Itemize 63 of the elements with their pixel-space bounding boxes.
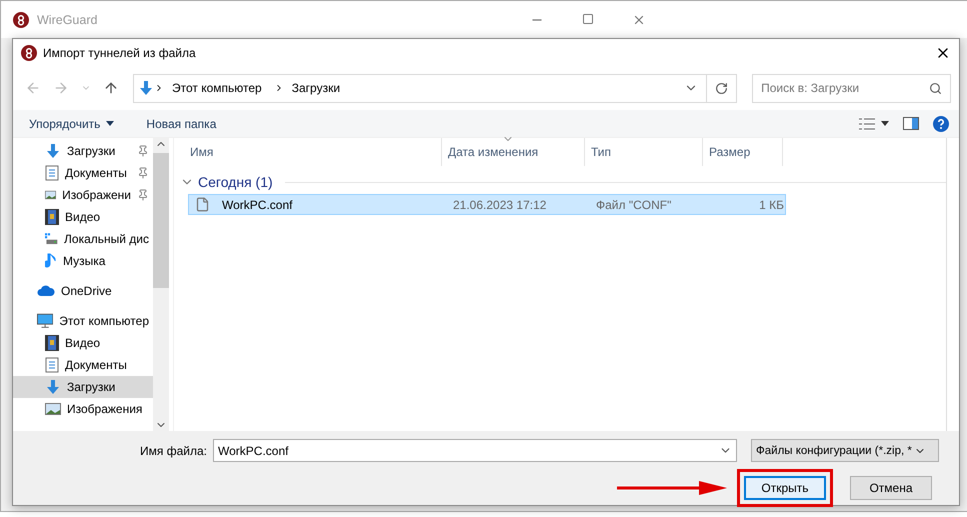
preview-pane-icon [903,117,919,130]
scrollbar[interactable] [153,138,169,431]
breadcrumb[interactable]: Загрузки [292,81,340,95]
search-box[interactable]: Поиск в: Загрузки [752,74,951,102]
monitor-icon [37,313,54,329]
sidebar-item[interactable]: Этот компьютер [13,310,153,332]
column-header[interactable]: Размер [703,138,783,166]
image-icon [45,188,56,202]
download-arrow-icon [45,379,61,395]
column-header[interactable]: Тип [585,138,703,166]
maximize-icon[interactable] [582,12,594,24]
sidebar-item[interactable]: Локальный дис [13,228,153,250]
app-logo-icon [13,12,29,28]
document-icon [45,357,59,373]
sidebar-item[interactable]: Документы [13,354,153,376]
sidebar-item[interactable]: Видео [13,332,153,354]
cancel-button[interactable]: Отмена [850,476,932,500]
view-options-button[interactable] [859,118,889,130]
list-view-icon [859,118,875,130]
open-button[interactable]: Открыть [744,476,826,500]
sidebar-item[interactable]: Музыка [13,250,153,272]
help-icon [933,116,949,132]
file-name-label: Имя файла: [140,444,207,458]
caret-icon [106,121,114,126]
breadcrumb[interactable]: Этот компьютер [172,81,262,95]
group-header: Сегодня (1) [198,174,273,190]
file-icon [195,197,210,212]
sidebar-item[interactable]: Изображения [13,398,153,420]
film-icon [45,335,59,351]
help-button[interactable] [933,116,949,132]
preview-pane-button[interactable] [903,117,919,130]
sidebar-item[interactable]: Загрузки [13,140,153,162]
music-note-icon [45,253,57,269]
address-bar[interactable]: Этот компьютер Загрузки [133,74,738,102]
column-header[interactable]: Дата изменения [442,138,585,166]
sidebar-item[interactable]: OneDrive [13,280,153,302]
file-type-dropdown[interactable]: Файлы конфигурации (*.zip, * [751,439,939,462]
caret-icon [881,121,889,126]
sidebar-item[interactable]: Видео [13,206,153,228]
sidebar-item[interactable]: Документы [13,162,153,184]
file-date: 21.06.2023 17:12 [452,198,548,212]
new-folder-button[interactable]: Новая папка [142,114,220,132]
search-icon [929,82,942,94]
scrollbar-thumb[interactable] [153,153,169,288]
cloud-icon [37,285,55,297]
document-icon [45,165,59,181]
image-icon [45,402,61,416]
file-name: WorkPC.conf [221,198,292,212]
sidebar-item[interactable]: Загрузки [13,376,153,398]
dialog-title: Импорт туннелей из файла [43,46,196,60]
refresh-icon [715,82,728,94]
window-title: WireGuard [37,12,98,26]
file-row[interactable]: WorkPC.conf 21.06.2023 17:12 Файл "CONF" 1 КБ [188,194,786,215]
download-arrow-icon [45,143,61,159]
film-icon [45,209,59,225]
sidebar-item[interactable]: Изображени [13,184,153,206]
file-type: Файл "CONF" [595,198,672,212]
app-logo-icon [21,44,37,60]
organize-button[interactable]: Упорядочить [25,114,118,132]
drive-icon [45,231,58,247]
file-size: 1 КБ [758,198,784,212]
column-header[interactable]: Имя [184,138,442,166]
download-arrow-icon [138,80,154,96]
